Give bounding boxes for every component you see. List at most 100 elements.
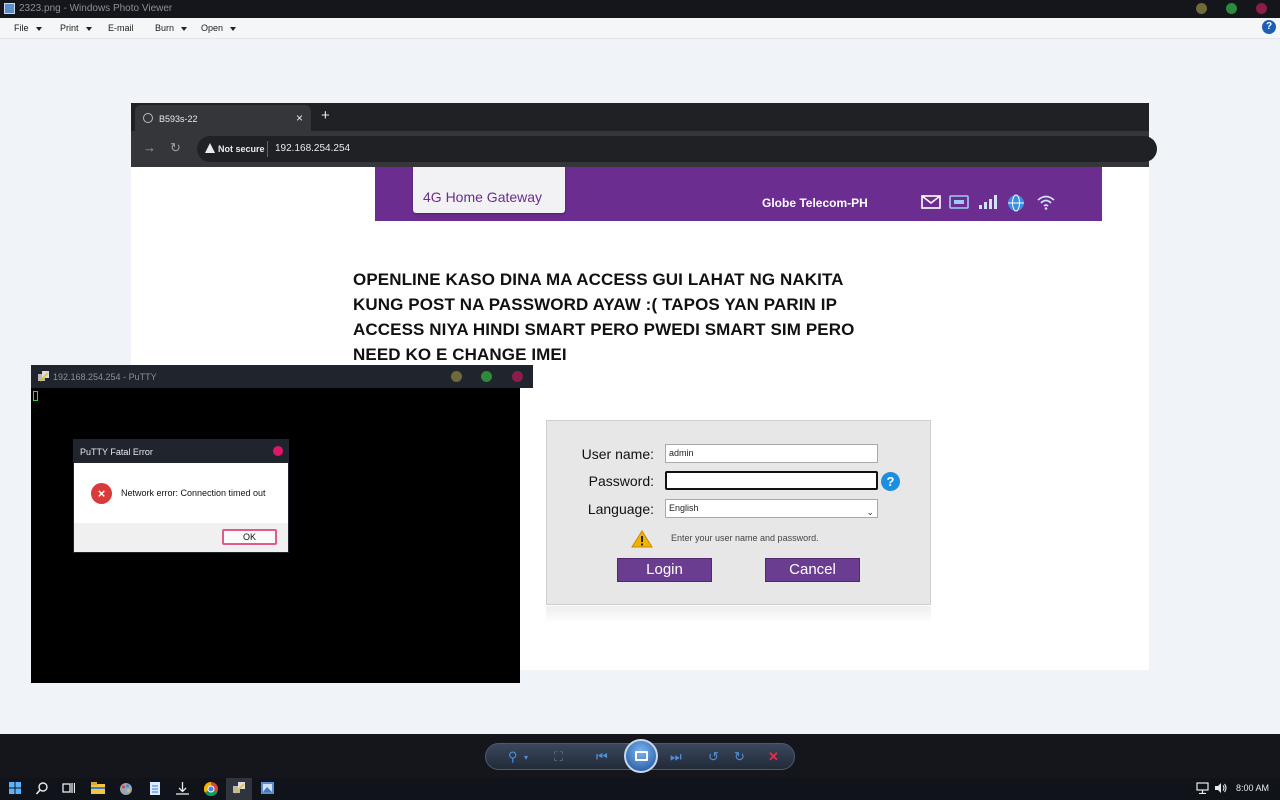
address-bar[interactable]: Not secure 192.168.254.254: [197, 136, 1157, 162]
error-icon: ×: [91, 483, 112, 504]
browser-toolbar: → ↻ Not secure 192.168.254.254: [131, 131, 1157, 167]
browser-tab[interactable]: B593s-22 ×: [135, 105, 311, 131]
clock[interactable]: 8:00 AM: [1236, 783, 1269, 793]
putty-titlebar: 192.168.254.254 - PuTTY: [31, 365, 533, 388]
window-title: 2323.png - Windows Photo Viewer: [19, 3, 173, 14]
cancel-button[interactable]: Cancel: [765, 558, 860, 582]
ok-button[interactable]: OK: [222, 529, 277, 545]
close-button[interactable]: [512, 371, 523, 382]
menu-burn-label: Burn: [155, 23, 175, 33]
file-explorer-icon[interactable]: [91, 782, 105, 794]
login-panel-shadow: [546, 606, 931, 624]
password-input[interactable]: [665, 471, 878, 490]
zoom-icon[interactable]: ⚲: [508, 749, 518, 765]
minimize-button[interactable]: [451, 371, 462, 382]
close-button[interactable]: [1256, 3, 1267, 14]
close-button[interactable]: [273, 446, 283, 456]
rotate-right-icon[interactable]: ↻: [734, 749, 745, 765]
tab-close-icon[interactable]: ×: [296, 111, 303, 125]
actual-size-icon[interactable]: ⛶: [554, 749, 563, 765]
error-message: Network error: Connection timed out: [121, 488, 266, 498]
username-label: User name:: [581, 446, 654, 462]
new-tab-button[interactable]: +: [321, 107, 330, 124]
putty-app-icon: [233, 782, 245, 794]
chevron-down-icon: [181, 26, 188, 31]
mail-icon[interactable]: [921, 194, 941, 210]
omnibox-divider: [267, 141, 268, 157]
delete-icon[interactable]: ✕: [768, 749, 779, 765]
help-icon[interactable]: ?: [881, 472, 900, 491]
signal-strength-icon: [979, 195, 997, 209]
chevron-down-icon: ⌄: [866, 507, 874, 517]
slideshow-button[interactable]: [624, 739, 658, 773]
task-view-icon[interactable]: [62, 782, 75, 794]
error-dialog-footer: OK: [74, 523, 288, 552]
gateway-title-tab: 4G Home Gateway: [413, 167, 565, 213]
photo-viewer-menubar: File Print E-mail Burn Open ?: [0, 18, 1280, 39]
taskbar: 8:00 AM: [0, 778, 1280, 800]
language-label: Language:: [587, 501, 654, 517]
username-input[interactable]: admin: [665, 444, 878, 463]
warning-icon: [205, 143, 215, 153]
menu-open-label: Open: [201, 23, 224, 33]
rotate-left-icon[interactable]: ↺: [708, 749, 719, 765]
chevron-down-icon[interactable]: ▾: [524, 753, 528, 762]
download-icon[interactable]: [176, 782, 189, 795]
putty-app-icon: [38, 371, 49, 382]
menu-file-label: File: [14, 23, 29, 33]
login-panel: User name: admin Password: ? Language: E…: [546, 420, 931, 605]
previous-icon[interactable]: ⏮: [596, 749, 608, 765]
menu-burn[interactable]: Burn: [155, 23, 188, 33]
menu-open[interactable]: Open: [201, 23, 237, 33]
help-icon[interactable]: ?: [1262, 20, 1276, 34]
url-text[interactable]: 192.168.254.254: [275, 143, 350, 154]
language-select[interactable]: English ⌄: [665, 499, 878, 518]
search-icon[interactable]: [36, 782, 48, 795]
windows-start-icon[interactable]: [9, 782, 21, 794]
photo-viewer-controlbar: ⚲ ▾ ⛶ ⏮ ⏭ ↺ ↻ ✕: [0, 734, 1280, 778]
slideshow-icon: [635, 751, 648, 761]
error-dialog-titlebar: PuTTY Fatal Error: [74, 440, 288, 463]
forward-icon[interactable]: →: [143, 140, 156, 155]
overlay-caption: OPENLINE KASO DINA MA ACCESS GUI LAHAT N…: [353, 270, 855, 364]
taskbar-putty-active[interactable]: [226, 778, 252, 800]
minimize-button[interactable]: [1196, 3, 1207, 14]
reload-icon[interactable]: ↻: [170, 140, 181, 156]
globe-icon: [143, 113, 153, 123]
menu-print-label: Print: [60, 23, 79, 33]
sim-card-icon[interactable]: [949, 194, 969, 210]
router-header: 4G Home Gateway Globe Telecom-PH: [375, 167, 1102, 221]
maximize-button[interactable]: [1226, 3, 1237, 14]
playback-controls: ⚲ ▾ ⛶ ⏮ ⏭ ↺ ↻ ✕: [485, 739, 795, 773]
chevron-down-icon: [35, 26, 42, 31]
browser-tabstrip: B593s-22 × +: [131, 103, 1149, 131]
chrome-icon[interactable]: [204, 782, 218, 796]
warning-icon: [631, 530, 653, 548]
menu-file[interactable]: File: [14, 23, 42, 33]
maximize-button[interactable]: [481, 371, 492, 382]
tab-title: B593s-22: [159, 114, 198, 124]
gateway-title: 4G Home Gateway: [423, 189, 543, 205]
error-dialog-title: PuTTY Fatal Error: [80, 447, 153, 457]
photo-viewer-titlebar: 2323.png - Windows Photo Viewer: [0, 0, 1280, 18]
volume-icon[interactable]: [1214, 782, 1227, 794]
login-message: Enter your user name and password.: [671, 533, 819, 543]
language-value: English: [669, 503, 699, 513]
next-icon[interactable]: ⏭: [670, 749, 682, 765]
wifi-icon[interactable]: [1037, 194, 1055, 210]
globe-icon[interactable]: [1007, 194, 1025, 212]
paint-icon[interactable]: [119, 782, 133, 795]
not-secure-label[interactable]: Not secure: [218, 144, 265, 154]
notepad-icon[interactable]: [150, 782, 160, 795]
menu-print[interactable]: Print: [60, 23, 92, 33]
menu-email[interactable]: E-mail: [108, 23, 134, 33]
operator-name: Globe Telecom-PH: [762, 196, 868, 210]
network-icon[interactable]: [1196, 782, 1209, 794]
password-label: Password:: [588, 473, 654, 489]
chevron-down-icon: [85, 26, 92, 31]
putty-title: 192.168.254.254 - PuTTY: [53, 372, 157, 382]
login-button[interactable]: Login: [617, 558, 712, 582]
fatal-error-dialog: PuTTY Fatal Error × Network error: Conne…: [73, 439, 289, 553]
photo-viewer-app-icon: [4, 3, 15, 14]
photo-viewer-icon[interactable]: [261, 782, 274, 794]
